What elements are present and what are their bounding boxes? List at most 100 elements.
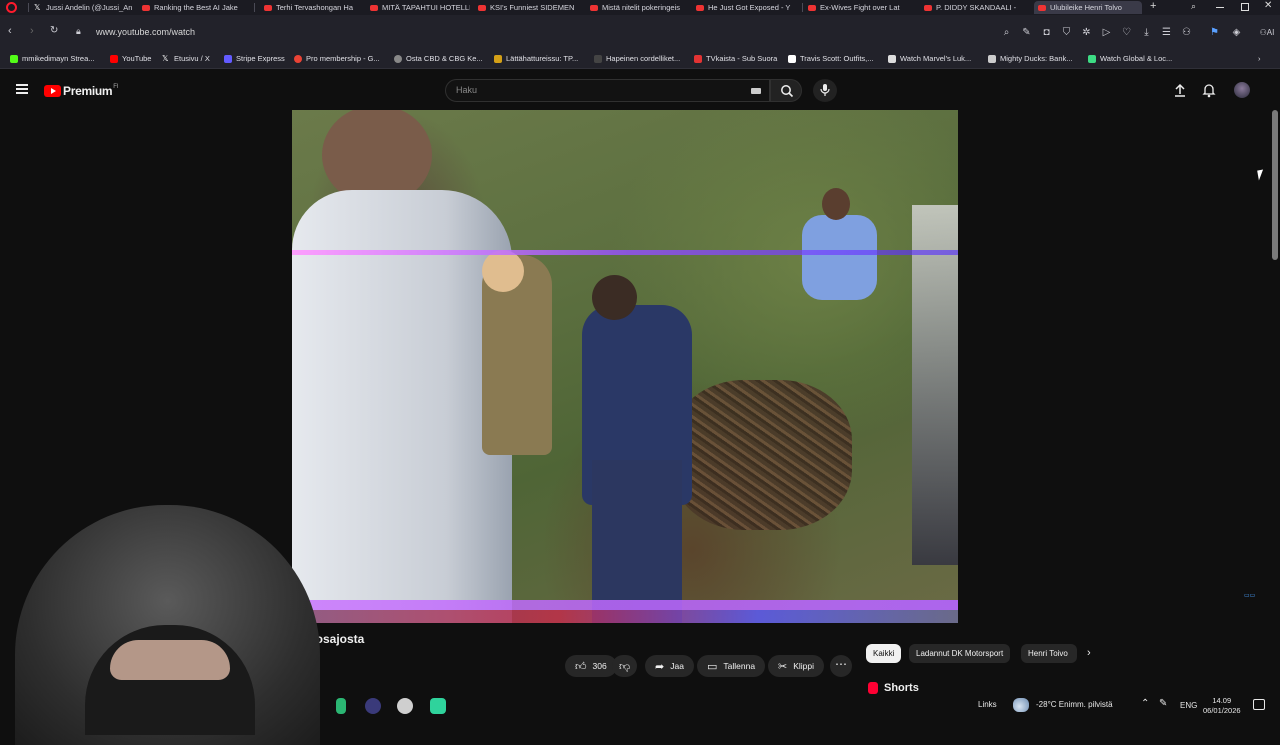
upload-icon[interactable] (1172, 82, 1188, 98)
bookmark-8[interactable]: TVkaista - Sub Suora (694, 54, 777, 63)
bookmarks-overflow-icon[interactable]: › (1258, 54, 1261, 63)
notifications-bell-icon[interactable] (1201, 82, 1217, 98)
opera-gx-taskbar-icon[interactable] (365, 698, 381, 714)
dislike-button[interactable]: 👎︎ (612, 655, 638, 677)
video-player[interactable] (292, 110, 958, 623)
restore-icon[interactable] (1241, 3, 1249, 11)
links-toolbar[interactable]: Links (978, 700, 997, 709)
tab-9-active[interactable]: Ulubileike Henri Tolvo (1034, 1, 1142, 14)
tab-label: KSI's Funniest SIDEMEN (490, 3, 575, 12)
youtube-icon (808, 4, 816, 11)
avatar[interactable] (1234, 82, 1250, 98)
chips-next-chevron-icon[interactable]: › (1087, 647, 1091, 659)
chip-related[interactable]: Henri Toivo (1021, 644, 1077, 663)
pen-icon[interactable]: ✎ (1159, 698, 1167, 709)
bookmark-0[interactable]: mmikedimayn Strea... (10, 54, 95, 63)
chip-all[interactable]: Kaikki (866, 644, 902, 663)
tab-2[interactable]: Terhi Tervashongan Ha (260, 1, 364, 14)
account-icon[interactable]: ⚇ (1180, 26, 1193, 39)
opera-logo-icon[interactable] (6, 2, 17, 13)
minimize-icon[interactable] (1216, 7, 1224, 8)
tab-search-icon[interactable]: ⌕ (1191, 1, 1196, 12)
youtube-icon (924, 4, 932, 11)
edit-icon[interactable]: ✎ (1020, 26, 1033, 39)
share-label: Jaa (670, 661, 684, 671)
tab-8[interactable]: P. DIDDY SKANDAALI - (920, 1, 1026, 14)
tab-4[interactable]: KSI's Funniest SIDEMEN (474, 1, 578, 14)
download-icon[interactable]: ⤓ (1140, 26, 1153, 39)
location-pin-icon (294, 54, 302, 63)
chat-taskbar-icon[interactable] (430, 698, 446, 714)
chip-uploader[interactable]: Ladannut DK Motorsport (909, 644, 1011, 663)
page-search-icon[interactable]: ⌕ (1000, 26, 1013, 39)
bookmark-4[interactable]: Pro membership - G... (294, 54, 380, 63)
taskbar-app-icon[interactable] (336, 698, 346, 714)
forward-icon[interactable]: › (30, 25, 34, 37)
heart-icon[interactable]: ♡ (1120, 26, 1133, 39)
tab-5[interactable]: Mistä nitelit pokeringeis (586, 1, 690, 14)
bookmark-icon: ▭ (707, 660, 718, 673)
kick-icon (10, 54, 18, 63)
bookmark-10[interactable]: Watch Marvel's Luk... (888, 54, 971, 63)
reload-icon[interactable]: ↻ (50, 25, 58, 36)
bookmark-label: Stripe Express (236, 54, 285, 63)
voice-search-button[interactable] (813, 79, 837, 102)
bookmark-2[interactable]: 𝕏 Etusivu / X (162, 54, 210, 63)
bookmark-3[interactable]: Stripe Express (224, 54, 285, 63)
streamer-webcam-overlay (0, 500, 340, 745)
bookmark-icon (988, 54, 996, 63)
cube-icon[interactable]: ◈ (1230, 26, 1243, 39)
share-button[interactable]: ➦ Jaa (645, 655, 694, 677)
bookmark-label: Etusivu / X (174, 54, 210, 63)
bookmark-7[interactable]: Hapeinen cordelliket... (594, 54, 680, 63)
youtube-icon (370, 4, 378, 11)
keyboard-icon[interactable] (751, 88, 761, 94)
language-indicator[interactable]: ENG (1180, 701, 1197, 710)
close-window-icon[interactable]: ✕ (1264, 0, 1272, 11)
like-button[interactable]: 👍︎ 306 (565, 655, 617, 677)
video-frame-person (482, 250, 524, 292)
settings-taskbar-icon[interactable] (397, 698, 413, 714)
tab-1[interactable]: Ranking the Best AI Jake (138, 1, 246, 14)
tab-3[interactable]: MITÄ TAPAHTUI HOTELLI (366, 1, 470, 14)
page-scrollbar[interactable] (1272, 110, 1278, 260)
translate-icon[interactable]: ⚑ (1208, 26, 1221, 39)
hamburger-menu-icon[interactable] (16, 84, 28, 94)
new-tab-icon[interactable]: + (1150, 0, 1156, 12)
bookmark-11[interactable]: Mighty Ducks: Bank... (988, 54, 1073, 63)
clip-button[interactable]: ✂ Klippi (768, 655, 825, 677)
search-placeholder: Haku (456, 85, 478, 95)
bookmark-9[interactable]: Travis Scott: Outfits,... (788, 54, 874, 63)
tab-7[interactable]: Ex-Wives Fight over Lat (804, 1, 916, 14)
youtube-premium-logo[interactable]: Premium FI (44, 84, 119, 98)
youtube-icon (264, 4, 272, 11)
search-button[interactable] (770, 79, 802, 102)
tab-6[interactable]: He Just Got Exposed - Y (692, 1, 796, 14)
tray-overflow-icon[interactable]: ⌃ (1141, 698, 1149, 709)
back-icon[interactable]: ‹ (8, 25, 12, 37)
notifications-icon[interactable] (1253, 699, 1265, 710)
search-input[interactable]: Haku (445, 79, 770, 102)
ai-icon[interactable]: ⚇AI (1256, 26, 1278, 39)
youtube-icon (110, 54, 118, 63)
menu-list-icon[interactable]: ☰ (1160, 26, 1173, 39)
tab-label: He Just Got Exposed - Y (708, 3, 791, 12)
taskbar-clock[interactable]: 14.09 06/01/2026 (1203, 696, 1241, 716)
shield-icon[interactable]: ⛉ (1060, 26, 1073, 39)
bookmark-5[interactable]: Osta CBD & CBG Ke... (394, 54, 483, 63)
w-icon (788, 54, 796, 63)
bookmark-12[interactable]: Watch Global & Loc... (1088, 54, 1172, 63)
weather-text[interactable]: -28°C Enimm. pilvistä (1036, 700, 1113, 709)
tab-label: MITÄ TAPAHTUI HOTELLI (382, 3, 470, 12)
camera-icon[interactable]: ◘ (1040, 26, 1053, 39)
youtube-icon (696, 4, 704, 11)
save-button[interactable]: ▭ Tallenna (697, 655, 766, 677)
more-actions-icon[interactable]: ⋯ (830, 655, 852, 677)
bookmark-1[interactable]: YouTube (110, 54, 151, 63)
bookmark-6[interactable]: Lättähattureissu: TP... (494, 54, 578, 63)
tab-0[interactable]: 𝕏 Jussi Andelin (@Jussi_An (30, 1, 136, 14)
bookmark-label: Watch Marvel's Luk... (900, 54, 972, 63)
play-icon[interactable]: ▷ (1100, 26, 1113, 39)
url-field[interactable]: www.youtube.com/watch (96, 27, 195, 37)
extension-icon[interactable]: ✲ (1080, 26, 1093, 39)
